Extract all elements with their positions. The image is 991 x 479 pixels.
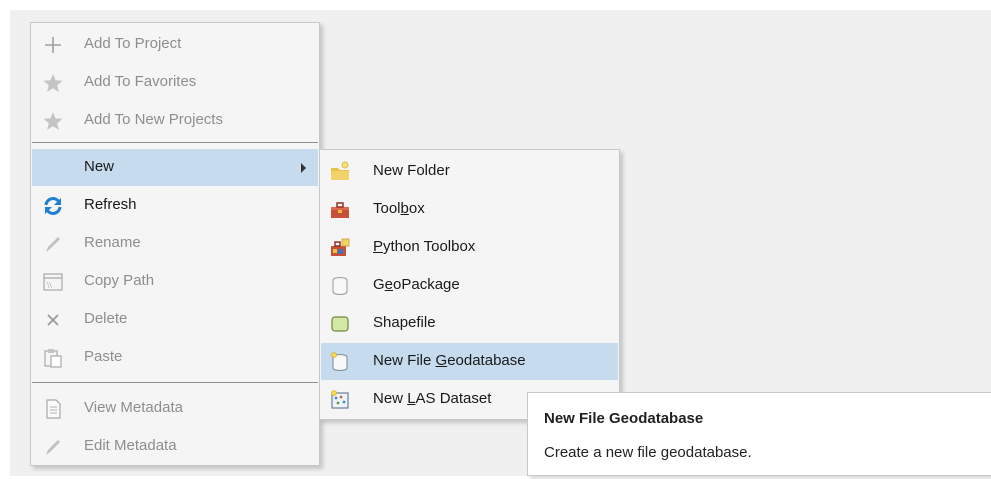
menu-separator xyxy=(32,382,318,383)
menu-item-label: Copy Path xyxy=(84,272,155,289)
menu-item-label: GeoPackage xyxy=(373,276,460,293)
new-folder-icon xyxy=(331,161,349,180)
pencil-icon xyxy=(46,440,60,455)
copy-path-icon: \\ xyxy=(43,273,63,291)
las-dataset-icon xyxy=(331,390,349,409)
submenu-arrow-icon xyxy=(301,163,306,173)
shapefile-icon xyxy=(331,316,349,332)
menu-item-edit-metadata[interactable]: Edit Metadata xyxy=(32,428,318,465)
menu-item-label: Add To New Projects xyxy=(84,111,223,128)
menu-item-label: New File Geodatabase xyxy=(373,352,526,369)
menu-item-label: New xyxy=(84,158,115,175)
pencil-icon xyxy=(46,237,60,252)
menu-item-paste[interactable]: Paste xyxy=(32,339,318,376)
menu-separator xyxy=(32,142,318,143)
menu-item-label: Refresh xyxy=(84,196,137,213)
menu-item-add-to-favorites[interactable]: Add To Favorites xyxy=(32,64,318,101)
submenu-item-toolbox[interactable]: Toolbox xyxy=(321,191,618,228)
menu-item-add-to-new-projects[interactable]: Add To New Projects xyxy=(32,102,318,139)
menu-item-delete[interactable]: Delete xyxy=(32,301,318,338)
submenu-item-new-folder[interactable]: New Folder xyxy=(321,153,618,190)
clipboard-icon xyxy=(44,349,62,368)
menu-item-copy-path[interactable]: \\ Copy Path xyxy=(32,263,318,300)
svg-text:\\: \\ xyxy=(47,281,52,289)
menu-item-label: Edit Metadata xyxy=(84,437,177,454)
menu-item-new[interactable]: New xyxy=(32,149,318,186)
star-icon xyxy=(43,112,63,130)
menu-item-view-metadata[interactable]: View Metadata xyxy=(32,390,318,427)
menu-item-label: Python Toolbox xyxy=(373,238,476,255)
geopackage-icon xyxy=(332,277,348,295)
menu-item-label: Paste xyxy=(84,348,123,365)
context-menu: Add To Project Add To Favorites Add To N… xyxy=(30,22,320,466)
menu-item-label: Rename xyxy=(84,234,141,251)
menu-item-refresh[interactable]: Refresh xyxy=(32,187,318,224)
python-toolbox-icon xyxy=(331,238,350,256)
menu-item-label: View Metadata xyxy=(84,399,183,416)
x-icon xyxy=(47,314,59,326)
tooltip-title: New File Geodatabase xyxy=(544,410,704,427)
submenu-item-geopackage[interactable]: GeoPackage xyxy=(321,267,618,304)
star-icon xyxy=(43,74,63,92)
menu-item-add-to-project[interactable]: Add To Project xyxy=(32,26,318,63)
menu-item-label: New LAS Dataset xyxy=(373,390,492,407)
menu-item-label: Toolbox xyxy=(373,200,425,217)
submenu-item-new-file-geodatabase[interactable]: New File Geodatabase xyxy=(321,343,618,380)
menu-item-label: Add To Favorites xyxy=(84,73,197,90)
toolbox-icon xyxy=(331,202,349,218)
file-geodatabase-icon xyxy=(331,352,348,371)
plus-icon xyxy=(45,37,61,53)
menu-item-label: Shapefile xyxy=(373,314,436,331)
new-submenu: New Folder Toolbox Python Toolbox GeoPac… xyxy=(319,149,620,420)
document-icon xyxy=(46,399,61,419)
tooltip-description: Create a new file geodatabase. xyxy=(544,444,752,461)
tooltip: New File Geodatabase Create a new file g… xyxy=(527,392,991,476)
refresh-icon xyxy=(44,197,62,215)
submenu-item-shapefile[interactable]: Shapefile xyxy=(321,305,618,342)
menu-item-label: Add To Project xyxy=(84,35,182,52)
menu-item-label: Delete xyxy=(84,310,128,327)
menu-item-rename[interactable]: Rename xyxy=(32,225,318,262)
menu-item-label: New Folder xyxy=(373,162,450,179)
submenu-item-python-toolbox[interactable]: Python Toolbox xyxy=(321,229,618,266)
